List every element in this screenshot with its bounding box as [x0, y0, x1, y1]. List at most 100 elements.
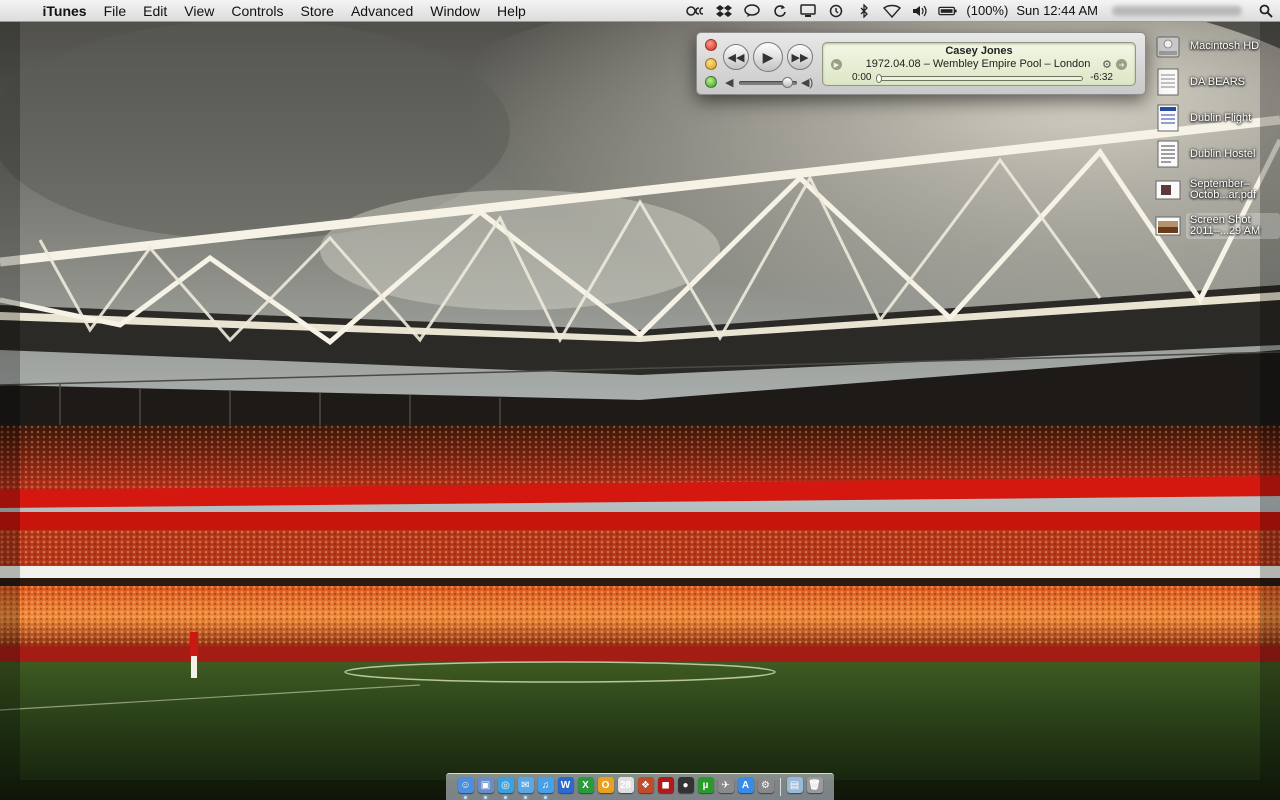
track-subtitle: 1972.04.08 – Wembley Empire Pool – Londo… [865, 58, 1091, 70]
desktop-item-label: Macintosh HD [1190, 39, 1260, 52]
dock-finder-icon[interactable]: ☺ [457, 777, 474, 799]
running-indicator [523, 796, 527, 799]
running-indicator [543, 796, 547, 799]
volume-icon[interactable] [910, 3, 930, 19]
dock-facetime-icon[interactable]: ● [677, 777, 694, 793]
dock-excel-icon[interactable]: X [577, 777, 594, 793]
app-menu[interactable]: iTunes [34, 0, 95, 22]
dock-glyph: W [560, 779, 571, 791]
volume-slider-knob[interactable] [782, 77, 794, 88]
desktop-item-label: DA BEARS [1190, 75, 1246, 88]
document-icon [1155, 68, 1181, 96]
dock-photos-icon[interactable]: ❖ [637, 777, 654, 793]
document-icon [1155, 104, 1181, 132]
next-track-button[interactable]: ▶▶ [787, 44, 813, 70]
menu-store[interactable]: Store [292, 0, 342, 22]
dock-documents-stack-icon[interactable]: ▤ [786, 777, 803, 793]
running-indicator [463, 796, 467, 799]
previous-track-button[interactable]: ◀◀ [723, 44, 749, 70]
dock-utorrent-icon[interactable]: µ [697, 777, 714, 793]
track-title: Casey Jones [945, 45, 1013, 57]
dock-glyph: ☺ [460, 779, 471, 791]
dock-glyph: 28 [619, 779, 632, 791]
dock-glyph: ◎ [501, 779, 510, 791]
genius-icon[interactable]: ⚙ [1102, 58, 1112, 71]
remaining-time[interactable]: -6:32 [1090, 72, 1113, 83]
window-minimize-button[interactable] [705, 58, 717, 70]
dock-glyph: ♫ [541, 779, 550, 791]
desktop-item-label: September–Octob...ar.pdf [1190, 178, 1257, 201]
desktop-item-dublin-hostel[interactable]: Dublin Hostel [1150, 136, 1280, 172]
dock-glyph: ✈ [721, 779, 730, 791]
menu-edit[interactable]: Edit [135, 0, 176, 22]
now-playing-display: ▶ Casey Jones 1972.04.08 – Wembley Empir… [822, 42, 1136, 86]
volume-slider[interactable] [739, 77, 797, 88]
battery-icon[interactable] [938, 3, 958, 19]
dock-glyph: ❖ [641, 779, 650, 791]
show-in-library-icon[interactable]: ➜ [1116, 59, 1127, 70]
dock-preview-icon[interactable]: ▣ [477, 777, 494, 799]
play-button[interactable]: ▶ [753, 42, 783, 72]
dock-ical-icon[interactable]: 28 [617, 777, 634, 793]
window-zoom-button[interactable] [705, 76, 717, 88]
dock-glyph: µ [702, 779, 709, 791]
dock-glyph: ◼ [661, 779, 670, 791]
desktop-icon-column: Macintosh HD DA BEARS Dublin Flight Dubl… [1150, 28, 1280, 244]
desktop-item-dublin-flight[interactable]: Dublin Flight [1150, 100, 1280, 136]
dock-trash-icon[interactable]: 🗑 [806, 777, 823, 793]
menu-clock[interactable]: Sun 12:44 AM [1016, 3, 1098, 18]
dock-glyph: ● [682, 779, 689, 791]
wifi-icon[interactable] [882, 3, 902, 19]
dock-itunes-icon[interactable]: ♫ [537, 777, 554, 799]
status-area: (100%) Sun 12:44 AM [682, 0, 1280, 22]
dock-glyph: X [582, 779, 589, 791]
menu-view[interactable]: View [176, 0, 223, 22]
dock-separator [779, 778, 781, 796]
chat-bubble-icon[interactable] [742, 3, 762, 19]
display-icon[interactable] [798, 3, 818, 19]
menu-file[interactable]: File [95, 0, 135, 22]
desktop-item-label: Screen Shot 2011–...29 AM [1186, 213, 1280, 239]
play-icon: ▶ [762, 48, 774, 65]
desktop-item-screenshot[interactable]: Screen Shot 2011–...29 AM [1150, 208, 1280, 244]
menu-controls[interactable]: Controls [223, 0, 292, 22]
document-icon [1155, 140, 1181, 168]
time-machine-icon[interactable] [826, 3, 846, 19]
playhead[interactable] [876, 74, 882, 83]
running-indicator [503, 796, 507, 799]
growl-icon[interactable] [686, 3, 706, 19]
dock-app-store-icon[interactable]: A [737, 777, 754, 793]
dock-outlook-icon[interactable]: O [597, 777, 614, 793]
dock-word-icon[interactable]: W [557, 777, 574, 793]
desktop-item-macintosh-hd[interactable]: Macintosh HD [1150, 28, 1280, 64]
progress-scrubber[interactable] [876, 74, 1083, 83]
dock-ichat-icon[interactable]: ✉ [517, 777, 534, 799]
dock-glyph: ▤ [789, 779, 800, 791]
dock-safari-icon[interactable]: ◎ [497, 777, 514, 799]
dock-photo-booth-icon[interactable]: ◼ [657, 777, 674, 793]
spotlight-search-icon[interactable] [1256, 3, 1276, 19]
desktop-wallpaper [0, 0, 1280, 800]
menu-window[interactable]: Window [422, 0, 489, 22]
user-name-redacted[interactable] [1112, 5, 1242, 16]
dock-glyph: ▣ [480, 779, 491, 791]
sync-icon[interactable] [770, 3, 790, 19]
dropbox-icon[interactable] [714, 3, 734, 19]
display-toggle-icon[interactable]: ▶ [831, 59, 842, 70]
battery-percent[interactable]: (100%) [966, 3, 1008, 18]
dock-glyph: ✉ [521, 779, 530, 791]
menu-bar: iTunes File Edit View Controls Store Adv… [0, 0, 1280, 22]
dock-system-tools-icon[interactable]: ✈ [717, 777, 734, 793]
volume-high-icon: ◀) [801, 77, 814, 89]
desktop-item-da-bears[interactable]: DA BEARS [1150, 64, 1280, 100]
volume-low-icon: ◀ [725, 77, 734, 89]
menu-advanced[interactable]: Advanced [342, 0, 421, 22]
menu-help[interactable]: Help [489, 0, 535, 22]
dock-system-preferences-icon[interactable]: ⚙ [757, 777, 774, 793]
itunes-mini-player: ◀◀ ▶ ▶▶ ◀ ◀) ▶ Casey Jones 1972.04.08 – … [696, 32, 1146, 95]
window-close-button[interactable] [705, 39, 717, 51]
bluetooth-icon[interactable] [854, 3, 874, 19]
desktop-item-pdf[interactable]: September–Octob...ar.pdf [1150, 172, 1280, 208]
dock-glyph: A [741, 779, 750, 791]
running-indicator [483, 796, 487, 799]
